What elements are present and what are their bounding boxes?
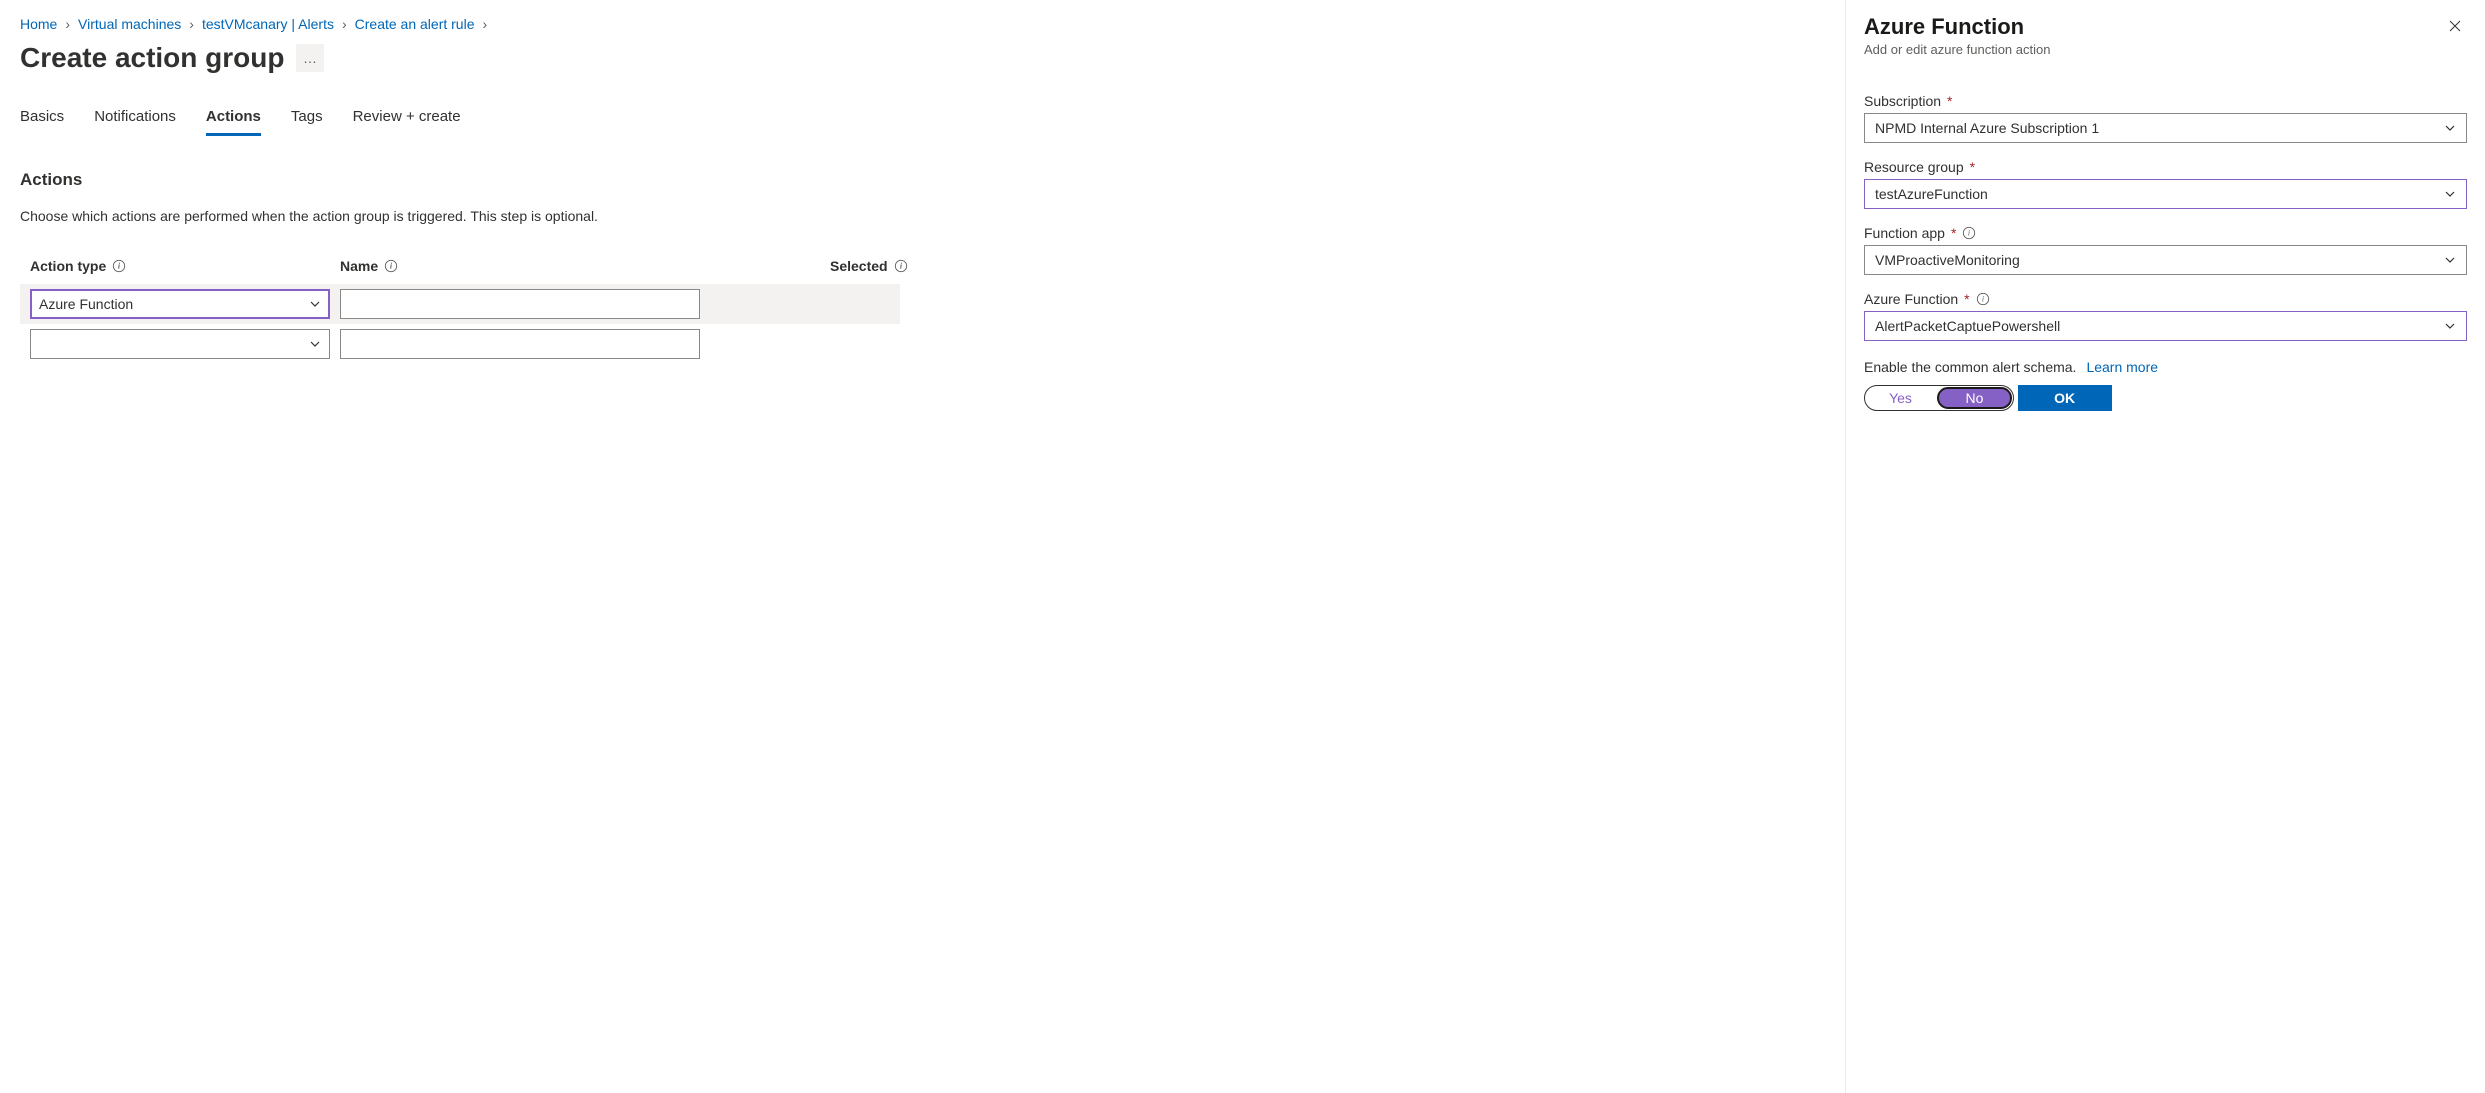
subscription-label: Subscription * — [1864, 93, 2467, 109]
breadcrumb: Home › Virtual machines › testVMcanary |… — [20, 16, 900, 32]
info-icon[interactable]: i — [894, 259, 908, 273]
more-button[interactable]: … — [296, 44, 324, 72]
required-icon: * — [1947, 93, 1952, 109]
col-selected-label: Selected — [830, 258, 888, 274]
info-icon[interactable]: i — [384, 259, 398, 273]
action-name-input[interactable] — [340, 289, 700, 319]
tab-review-create[interactable]: Review + create — [353, 108, 461, 136]
section-title-actions: Actions — [20, 170, 900, 190]
chevron-right-icon: › — [65, 16, 70, 32]
tab-notifications[interactable]: Notifications — [94, 108, 176, 136]
function-app-dropdown[interactable]: VMProactiveMonitoring — [1864, 245, 2467, 275]
chevron-down-icon — [309, 298, 321, 310]
subscription-label-text: Subscription — [1864, 93, 1941, 109]
chevron-down-icon — [2444, 188, 2456, 200]
page-title: Create action group — [20, 42, 284, 74]
resource-group-label: Resource group * — [1864, 159, 2467, 175]
schema-text: Enable the common alert schema. — [1864, 359, 2076, 375]
breadcrumb-create-rule[interactable]: Create an alert rule — [355, 16, 475, 32]
col-name: Name i — [340, 258, 700, 274]
resource-group-value: testAzureFunction — [1875, 186, 1988, 202]
resource-group-label-text: Resource group — [1864, 159, 1964, 175]
required-icon: * — [1951, 225, 1956, 241]
function-app-label-text: Function app — [1864, 225, 1945, 241]
table-row — [20, 324, 900, 364]
svg-text:i: i — [390, 262, 393, 271]
tabs: Basics Notifications Actions Tags Review… — [20, 108, 900, 136]
panel-title: Azure Function — [1864, 14, 2050, 40]
azure-function-label: Azure Function * i — [1864, 291, 2467, 307]
action-type-dropdown[interactable] — [30, 329, 330, 359]
chevron-down-icon — [2444, 254, 2456, 266]
chevron-down-icon — [2444, 320, 2456, 332]
info-icon[interactable]: i — [1976, 292, 1990, 306]
info-icon[interactable]: i — [1962, 226, 1976, 240]
table-row: Azure Function — [20, 284, 900, 324]
col-action-type: Action type i — [30, 258, 330, 274]
svg-text:i: i — [900, 262, 903, 271]
svg-text:i: i — [1982, 295, 1984, 304]
chevron-right-icon: › — [342, 16, 347, 32]
chevron-right-icon: › — [482, 16, 487, 32]
azure-function-dropdown[interactable]: AlertPacketCaptuePowershell — [1864, 311, 2467, 341]
toggle-no[interactable]: No — [1937, 387, 2012, 409]
chevron-down-icon — [309, 338, 321, 350]
col-name-label: Name — [340, 258, 378, 274]
breadcrumb-home[interactable]: Home — [20, 16, 57, 32]
azure-function-value: AlertPacketCaptuePowershell — [1875, 318, 2060, 334]
subscription-value: NPMD Internal Azure Subscription 1 — [1875, 120, 2099, 136]
subscription-dropdown[interactable]: NPMD Internal Azure Subscription 1 — [1864, 113, 2467, 143]
required-icon: * — [1964, 291, 1969, 307]
col-action-type-label: Action type — [30, 258, 106, 274]
tab-tags[interactable]: Tags — [291, 108, 323, 136]
function-app-value: VMProactiveMonitoring — [1875, 252, 2020, 268]
svg-text:i: i — [1968, 229, 1970, 238]
chevron-right-icon: › — [189, 16, 194, 32]
schema-toggle[interactable]: Yes No — [1864, 385, 2014, 411]
action-type-value: Azure Function — [39, 296, 133, 312]
function-app-label: Function app * i — [1864, 225, 2467, 241]
breadcrumb-vms[interactable]: Virtual machines — [78, 16, 181, 32]
section-description: Choose which actions are performed when … — [20, 208, 900, 224]
azure-function-panel: Azure Function Add or edit azure functio… — [1845, 0, 2485, 1093]
panel-subtitle: Add or edit azure function action — [1864, 42, 2050, 57]
actions-table: Action type i Name i Selected i Azure F — [20, 258, 900, 364]
resource-group-dropdown[interactable]: testAzureFunction — [1864, 179, 2467, 209]
chevron-down-icon — [2444, 122, 2456, 134]
col-selected: Selected i — [710, 258, 908, 274]
svg-text:i: i — [118, 262, 121, 271]
learn-more-link[interactable]: Learn more — [2086, 359, 2158, 375]
azure-function-label-text: Azure Function — [1864, 291, 1958, 307]
tab-basics[interactable]: Basics — [20, 108, 64, 136]
breadcrumb-vm-alerts[interactable]: testVMcanary | Alerts — [202, 16, 334, 32]
close-button[interactable] — [2443, 14, 2467, 38]
ok-button[interactable]: OK — [2018, 385, 2112, 411]
toggle-yes[interactable]: Yes — [1865, 386, 1936, 410]
required-icon: * — [1970, 159, 1975, 175]
info-icon[interactable]: i — [112, 259, 126, 273]
action-name-input[interactable] — [340, 329, 700, 359]
action-type-dropdown[interactable]: Azure Function — [30, 289, 330, 319]
tab-actions[interactable]: Actions — [206, 108, 261, 136]
